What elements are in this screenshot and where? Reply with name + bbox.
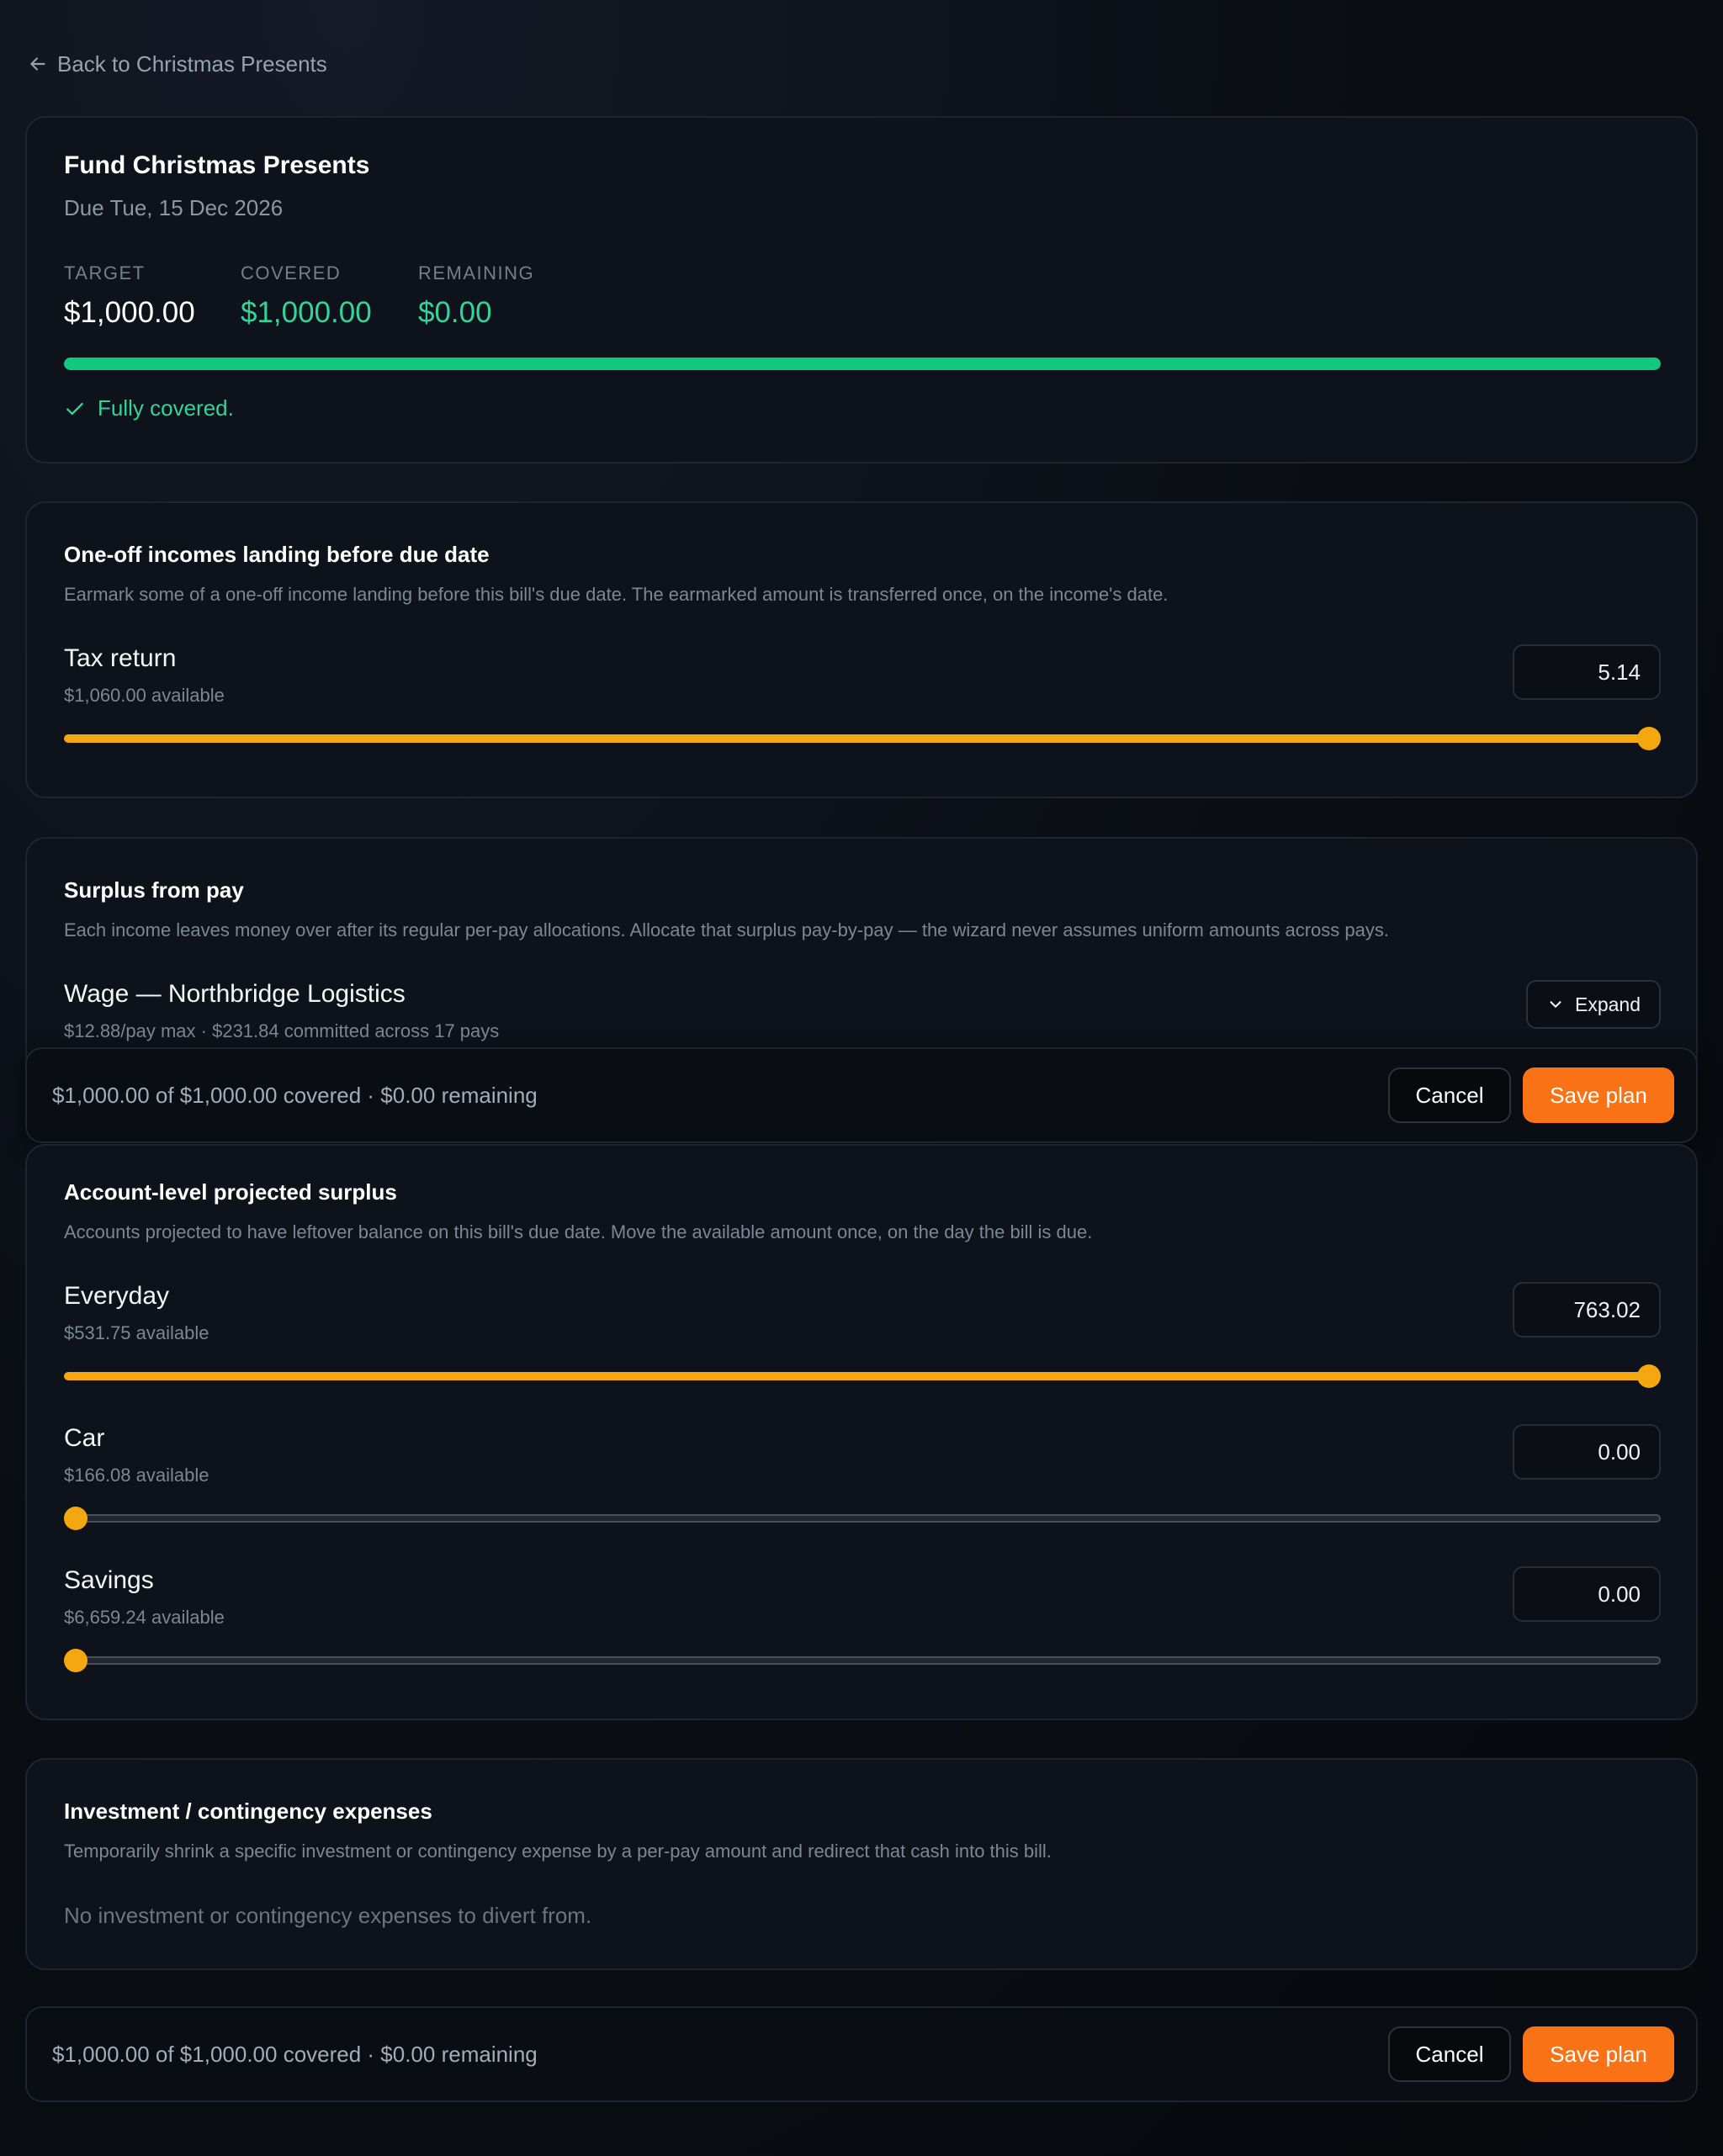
covered-value: $1,000.00 xyxy=(241,296,372,329)
remaining-label: REMAINING xyxy=(418,262,535,283)
car-amount-input[interactable] xyxy=(1513,1424,1661,1480)
goal-title: Fund Christmas Presents xyxy=(64,151,370,179)
slider-thumb[interactable] xyxy=(64,1649,87,1672)
arrow-left-icon xyxy=(30,57,45,71)
expand-label: Expand xyxy=(1574,993,1641,1015)
covered-stat: COVERED $1,000.00 xyxy=(241,262,372,330)
account-name-car: Car xyxy=(64,1424,105,1452)
wage-detail: $12.88/pay max · $231.84 committed acros… xyxy=(64,1020,500,1041)
slider-fill xyxy=(64,1372,1649,1380)
due-date: Due Tue, 15 Dec 2026 xyxy=(64,195,284,220)
cancel-button[interactable]: Cancel xyxy=(1388,1067,1511,1123)
investment-contingency-section: Investment / contingency expenses Tempor… xyxy=(25,1758,1698,1970)
everyday-amount-input[interactable] xyxy=(1513,1282,1661,1338)
footer-action-bar: $1,000.00 of $1,000.00 covered · $0.00 r… xyxy=(25,2006,1698,2102)
oneoff-title: One-off incomes landing before due date xyxy=(64,542,490,567)
expand-button[interactable]: Expand xyxy=(1526,980,1661,1029)
remaining-stat: REMAINING $0.00 xyxy=(418,262,534,330)
invest-empty-state: No investment or contingency expenses to… xyxy=(64,1903,592,1928)
everyday-slider[interactable] xyxy=(64,1364,1661,1389)
account-available-car: $166.08 available xyxy=(64,1465,209,1486)
account-title: Account-level projected surplus xyxy=(64,1179,397,1205)
surplus-description: Each income leaves money over after its … xyxy=(64,919,1389,940)
back-link-label: Back to Christmas Presents xyxy=(57,50,327,77)
chevron-down-icon xyxy=(1550,1001,1561,1008)
account-available-everyday: $531.75 available xyxy=(64,1322,209,1343)
coverage-status-text: Fully covered. xyxy=(98,395,234,421)
account-name-everyday: Everyday xyxy=(64,1282,170,1310)
coverage-status: Fully covered. xyxy=(64,395,234,421)
account-available-savings: $6,659.24 available xyxy=(64,1607,225,1628)
footer-cancel-button[interactable]: Cancel xyxy=(1388,2026,1511,2082)
target-label: TARGET xyxy=(64,262,146,283)
tax-return-slider[interactable] xyxy=(64,726,1661,751)
oneoff-description: Earmark some of a one-off income landing… xyxy=(64,584,1169,605)
target-value: $1,000.00 xyxy=(64,296,195,329)
coverage-progress-fill xyxy=(64,358,1661,370)
slider-thumb[interactable] xyxy=(1637,1364,1661,1388)
covered-label: COVERED xyxy=(241,262,342,283)
goal-summary-card: Fund Christmas Presents Due Tue, 15 Dec … xyxy=(25,116,1698,464)
sticky-action-bar: $1,000.00 of $1,000.00 covered · $0.00 r… xyxy=(25,1047,1698,1143)
save-plan-button[interactable]: Save plan xyxy=(1523,1067,1674,1123)
footer-save-plan-button[interactable]: Save plan xyxy=(1523,2026,1674,2082)
footer-coverage-summary: $1,000.00 of $1,000.00 covered · $0.00 r… xyxy=(52,2042,538,2067)
target-stat: TARGET $1,000.00 xyxy=(64,262,195,330)
slider-fill xyxy=(64,734,1649,743)
check-icon xyxy=(66,402,83,415)
income-name: Tax return xyxy=(64,644,177,672)
back-link[interactable]: Back to Christmas Presents xyxy=(27,50,327,77)
coverage-summary: $1,000.00 of $1,000.00 covered · $0.00 r… xyxy=(52,1083,538,1108)
invest-title: Investment / contingency expenses xyxy=(64,1798,432,1824)
account-surplus-section: Account-level projected surplus Accounts… xyxy=(25,1144,1698,1720)
slider-thumb[interactable] xyxy=(64,1507,87,1530)
slider-track xyxy=(76,1514,1661,1523)
savings-slider[interactable] xyxy=(64,1648,1661,1673)
wage-name: Wage — Northbridge Logistics xyxy=(64,980,406,1008)
oneoff-incomes-section: One-off incomes landing before due date … xyxy=(25,501,1698,798)
income-available: $1,060.00 available xyxy=(64,685,225,706)
tax-return-amount-input[interactable] xyxy=(1513,644,1661,700)
coverage-progress-bar xyxy=(64,358,1661,370)
car-slider[interactable] xyxy=(64,1506,1661,1531)
account-name-savings: Savings xyxy=(64,1566,154,1594)
savings-amount-input[interactable] xyxy=(1513,1566,1661,1622)
surplus-title: Surplus from pay xyxy=(64,877,244,903)
account-description: Accounts projected to have leftover bala… xyxy=(64,1221,1093,1242)
invest-description: Temporarily shrink a specific investment… xyxy=(64,1841,1052,1862)
slider-track xyxy=(76,1656,1661,1665)
slider-thumb[interactable] xyxy=(1637,727,1661,750)
remaining-value: $0.00 xyxy=(418,296,492,329)
